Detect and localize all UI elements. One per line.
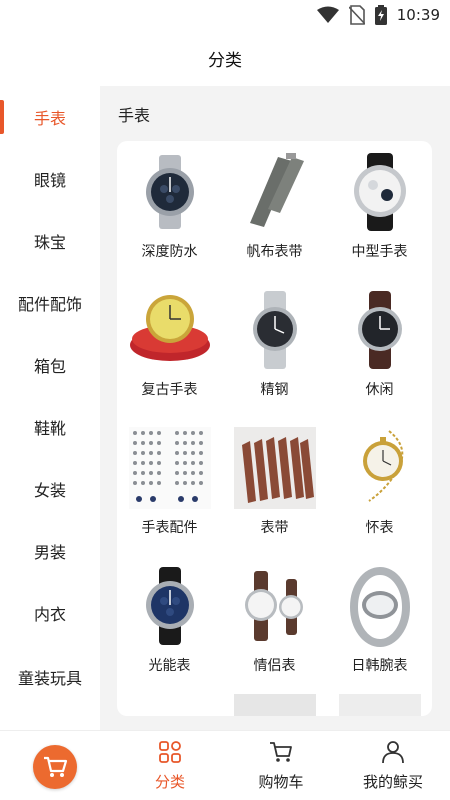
subcategory-label: 怀表 [365,520,394,536]
status-bar: 10:39 [0,0,450,30]
subcategory-label: 表带 [260,520,289,536]
sidebar-item-accessories[interactable]: 配件配饰 [0,274,100,332]
tab-profile[interactable]: 我的鲸买 [343,739,443,795]
leather-watch-image [339,151,421,233]
subcategory-label: 休闲 [365,382,394,398]
subcategory-item[interactable]: 日韩腕表 [327,555,432,691]
subcategory-item[interactable]: 精钢 [222,279,327,415]
subcategory-label: 深度防水 [141,244,198,260]
sidebar-item-label: 内衣 [33,605,66,624]
sidebar-item-kids-toys[interactable]: 童装玩具 [0,648,100,706]
sidebar-item-label: 鞋靴 [33,419,66,438]
category-sidebar: 手表 眼镜 珠宝 配件配饰 箱包 鞋靴 女装 男装 内衣 童装玩具 [0,86,100,730]
bangle-watch-image [339,565,421,647]
pocket-watch-image [339,427,421,509]
sidebar-item-jewelry[interactable]: 珠宝 [0,212,100,270]
bottom-nav: 分类 购物车 我的鲸买 [0,730,450,800]
sidebar-item-label: 珠宝 [33,233,66,252]
tab-label: 我的鲸买 [362,773,423,791]
casual-watch-image [339,289,421,371]
sidebar-item-label: 女装 [33,481,66,500]
subcategory-label: 光能表 [148,658,191,674]
sidebar-item-glasses[interactable]: 眼镜 [0,150,100,208]
user-icon [382,741,404,764]
subcategory-label: 手表配件 [141,520,198,536]
steel-watch-image [234,289,316,371]
app-logo[interactable] [33,745,77,789]
subcategory-label: 复古手表 [141,382,198,398]
subcategory-grid: 深度防水 帆布表带 中型手表 复古手表 精钢 休闲 手表配件 表带 怀表 光能表… [117,141,432,716]
sidebar-item-label: 配件配饰 [17,295,82,314]
vintage-watch-image [129,289,211,371]
partial-item-image [339,694,421,716]
subcategory-item[interactable]: 中型手表 [327,141,432,277]
subcategory-item[interactable]: 休闲 [327,279,432,415]
couple-watch-image [234,565,316,647]
sidebar-item-bags[interactable]: 箱包 [0,336,100,394]
status-icons: 10:39 [316,4,440,26]
sidebar-item-label: 手表 [33,109,66,128]
subcategory-item[interactable]: 表带 [222,417,327,553]
header: 分类 [0,30,450,86]
subcategory-item[interactable]: 深度防水 [117,141,222,277]
watch-parts-image [129,427,211,509]
wifi-icon [316,6,339,23]
section-title: 手表 [118,106,151,125]
subcategory-item[interactable]: 怀表 [327,417,432,553]
sidebar-item-shoes[interactable]: 鞋靴 [0,398,100,456]
tab-label: 购物车 [258,773,304,791]
subcategory-item[interactable]: 复古手表 [117,279,222,415]
tab-cart[interactable]: 购物车 [231,739,331,795]
subcategory-label: 精钢 [260,382,289,398]
sidebar-item-label: 男装 [33,543,66,562]
watch-bands-image [234,427,316,509]
cart-icon [270,742,292,762]
sidebar-item-label: 眼镜 [33,171,66,190]
partial-item-image [234,694,316,716]
sidebar-item-underwear[interactable]: 内衣 [0,584,100,642]
category-content: 手表 深度防水 帆布表带 中型手表 复古手表 精钢 休闲 手表配件 表带 怀表 … [100,86,450,730]
page-title: 分类 [208,50,242,71]
tab-label: 分类 [154,773,185,791]
cart-logo-icon [44,756,68,777]
subcategory-item[interactable]: 手表配件 [117,417,222,553]
subcategory-label: 情侣表 [253,658,296,674]
sidebar-item-womenswear[interactable]: 女装 [0,460,100,518]
no-sim-icon [348,5,365,25]
category-grid-icon [159,741,181,763]
sidebar-item-label: 箱包 [33,357,66,376]
subcategory-item[interactable]: 光能表 [117,555,222,691]
canvas-strap-image [234,151,316,233]
subcategory-item[interactable]: 情侣表 [222,555,327,691]
sidebar-item-menswear[interactable]: 男装 [0,522,100,580]
solar-watch-image [129,565,211,647]
subcategory-item[interactable]: 帆布表带 [222,141,327,277]
sidebar-item-watches[interactable]: 手表 [0,88,100,146]
subcategory-label: 帆布表带 [246,244,303,260]
tab-category[interactable]: 分类 [120,739,220,795]
battery-icon [374,5,387,25]
sport-watch-image [129,151,211,233]
sidebar-item-label: 童装玩具 [17,669,82,688]
status-time: 10:39 [396,6,440,24]
subcategory-label: 中型手表 [351,244,408,260]
subcategory-label: 日韩腕表 [351,658,408,674]
